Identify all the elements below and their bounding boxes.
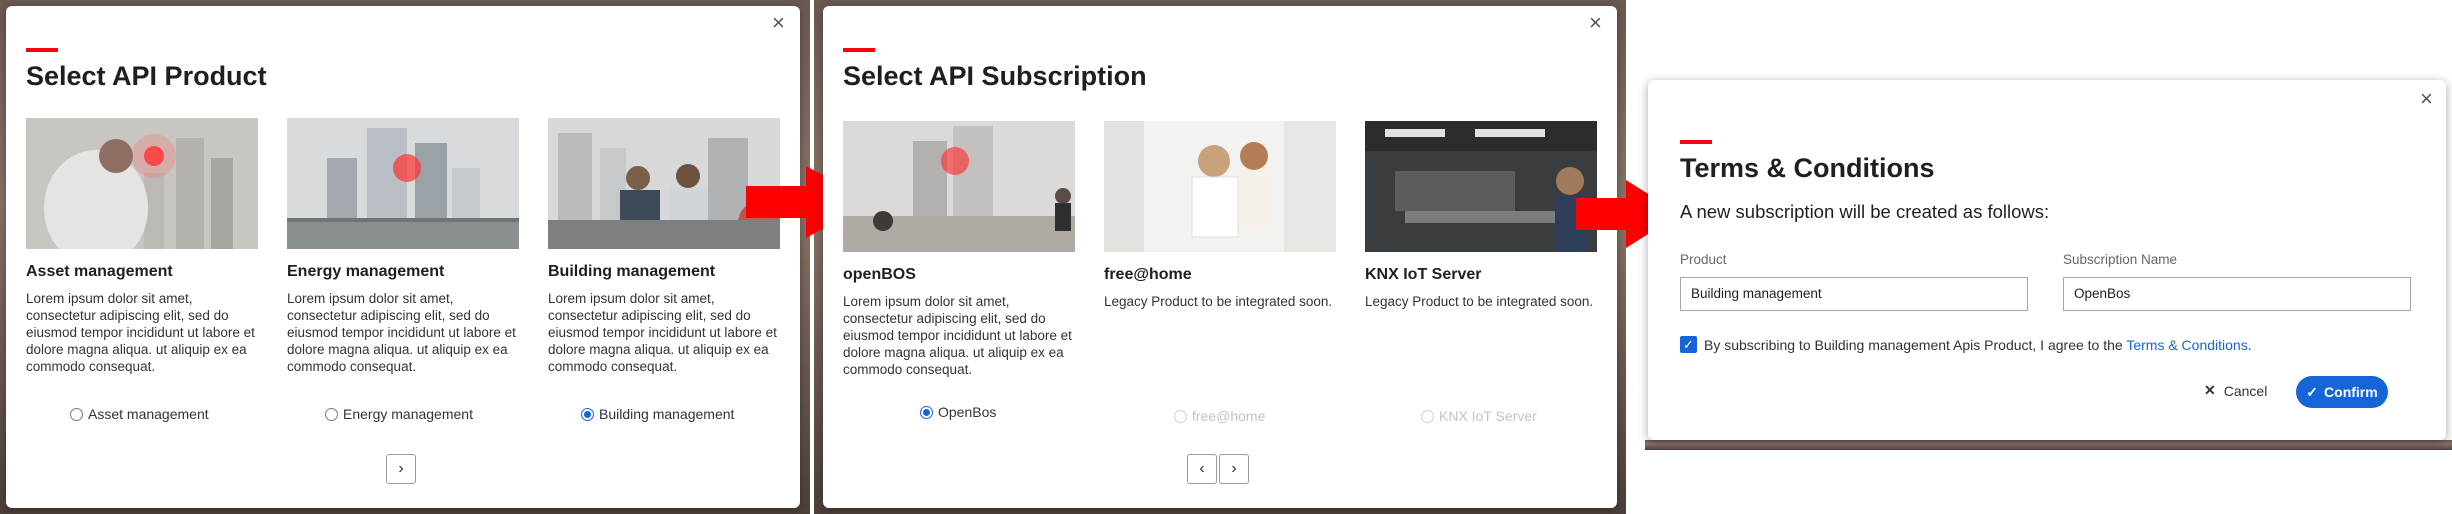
select-api-subscription-dialog: × Select API Subscription openBOS Lorem … bbox=[823, 6, 1617, 508]
knx-iot-server-image bbox=[1365, 121, 1597, 252]
product-field[interactable]: Building management bbox=[1680, 277, 2028, 311]
radio-button[interactable] bbox=[325, 407, 338, 421]
product-card-energy[interactable]: Energy management Lorem ipsum dolor sit … bbox=[287, 118, 519, 375]
radio-button bbox=[1421, 409, 1434, 423]
radio-button[interactable] bbox=[920, 405, 933, 419]
radio-label: KNX IoT Server bbox=[1439, 408, 1537, 424]
radio-knx-iot-server: KNX IoT Server bbox=[1421, 408, 1537, 424]
close-icon[interactable]: × bbox=[772, 12, 785, 34]
terms-and-conditions-dialog: × Terms & Conditions A new subscription … bbox=[1648, 80, 2446, 440]
asset-management-image bbox=[26, 118, 258, 249]
close-icon[interactable]: × bbox=[2420, 88, 2433, 110]
previous-page-button[interactable]: ‹ bbox=[1187, 454, 1217, 484]
dialog-title: Select API Product bbox=[26, 61, 267, 91]
card-description: Lorem ipsum dolor sit amet, consectetur … bbox=[843, 294, 1072, 377]
close-icon: ✕ bbox=[2204, 382, 2216, 398]
title-accent bbox=[26, 48, 58, 52]
openbos-image bbox=[843, 121, 1075, 252]
card-title: free@home bbox=[1104, 266, 1192, 283]
chevron-right-icon: › bbox=[398, 460, 404, 477]
backdrop-right bbox=[1645, 440, 2452, 450]
agree-period: . bbox=[2247, 337, 2252, 353]
radio-asset-management[interactable]: Asset management bbox=[70, 406, 209, 422]
radio-building-management[interactable]: Building management bbox=[581, 406, 734, 422]
energy-management-image bbox=[287, 118, 519, 249]
product-card-building[interactable]: Building management Lorem ipsum dolor si… bbox=[548, 118, 780, 375]
subscription-card-openbos[interactable]: openBOS Lorem ipsum dolor sit amet, cons… bbox=[843, 121, 1075, 378]
title-accent bbox=[843, 48, 875, 52]
checkmark-icon: ✓ bbox=[2306, 383, 2319, 400]
card-title: openBOS bbox=[843, 266, 916, 283]
radio-openbos[interactable]: OpenBos bbox=[920, 404, 996, 420]
cancel-label: Cancel bbox=[2223, 382, 2268, 399]
radio-label: Building management bbox=[599, 406, 735, 422]
chevron-left-icon: ‹ bbox=[1199, 460, 1205, 477]
dialog-title: Terms & Conditions bbox=[1680, 153, 1935, 183]
radio-freeathome: free@home bbox=[1174, 408, 1265, 424]
radio-label: Asset management bbox=[88, 406, 209, 422]
agree-statement: By subscribing to Building management Ap… bbox=[1704, 337, 2123, 353]
radio-button[interactable] bbox=[70, 407, 83, 421]
checkmark-icon: ✓ bbox=[1683, 337, 1694, 352]
close-icon[interactable]: × bbox=[1589, 12, 1602, 34]
card-title: KNX IoT Server bbox=[1365, 266, 1482, 283]
next-page-button[interactable]: › bbox=[1219, 454, 1249, 484]
subscription-name-field[interactable]: OpenBos bbox=[2063, 277, 2411, 311]
subscription-name-label: Subscription Name bbox=[2063, 252, 2178, 267]
radio-energy-management[interactable]: Energy management bbox=[325, 406, 473, 422]
card-title: Building management bbox=[548, 263, 716, 280]
product-card-asset[interactable]: Asset management Lorem ipsum dolor sit a… bbox=[26, 118, 258, 375]
agree-text: By subscribing to Building management Ap… bbox=[1704, 337, 2252, 353]
card-title: Energy management bbox=[287, 263, 445, 280]
card-title: Asset management bbox=[26, 263, 173, 280]
freeathome-image bbox=[1104, 121, 1336, 252]
chevron-right-icon: › bbox=[1231, 460, 1237, 477]
next-page-button[interactable]: › bbox=[386, 454, 416, 484]
radio-label: free@home bbox=[1192, 408, 1266, 424]
card-description: Lorem ipsum dolor sit amet, consectetur … bbox=[287, 291, 516, 374]
dialog-title: Select API Subscription bbox=[843, 61, 1147, 91]
terms-link[interactable]: Terms & Conditions bbox=[2126, 337, 2247, 353]
radio-button bbox=[1174, 409, 1187, 423]
subscription-card-freeathome[interactable]: free@home Legacy Product to be integrate… bbox=[1104, 121, 1336, 310]
radio-button[interactable] bbox=[581, 407, 594, 421]
card-description: Legacy Product to be integrated soon. bbox=[1104, 294, 1333, 309]
card-description: Lorem ipsum dolor sit amet, consectetur … bbox=[548, 291, 777, 374]
radio-label: Energy management bbox=[343, 406, 473, 422]
product-label: Product bbox=[1680, 252, 1727, 267]
card-description: Lorem ipsum dolor sit amet, consectetur … bbox=[26, 291, 255, 374]
select-api-product-dialog: × Select API Product Asset management Lo… bbox=[6, 6, 800, 508]
radio-label: OpenBos bbox=[938, 404, 997, 420]
card-description: Legacy Product to be integrated soon. bbox=[1365, 294, 1594, 309]
agree-checkbox[interactable]: ✓ bbox=[1680, 336, 1697, 353]
confirm-button[interactable]: ✓ Confirm bbox=[2296, 376, 2388, 408]
dialog-subtitle: A new subscription will be created as fo… bbox=[1680, 201, 2050, 222]
confirm-label: Confirm bbox=[2324, 384, 2378, 400]
cancel-button[interactable]: ✕ Cancel bbox=[2204, 382, 2267, 399]
subscription-card-knx[interactable]: KNX IoT Server Legacy Product to be inte… bbox=[1365, 121, 1597, 310]
title-accent bbox=[1680, 140, 1712, 144]
